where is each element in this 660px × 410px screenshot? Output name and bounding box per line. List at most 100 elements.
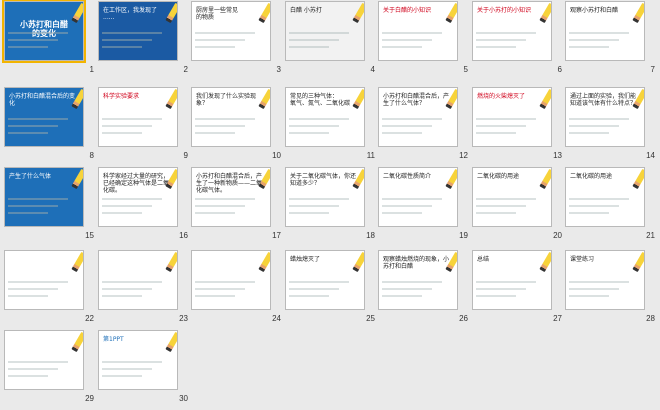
slide-thumbnail-25[interactable]: 蜡烛熄灭了 xyxy=(285,250,365,310)
slide-thumbnail-23[interactable] xyxy=(98,250,178,310)
slide-title: 产生了什么气体 xyxy=(9,173,52,180)
slide-number: 29 xyxy=(85,394,94,403)
slide-thumbnail-11[interactable]: 常见的三种气体： 氧气、氮气、二氧化碳 xyxy=(285,87,365,147)
content-line xyxy=(476,32,536,34)
slide-thumbnail-9[interactable]: 科学实验要求 xyxy=(98,87,178,147)
slide-thumbnail-21[interactable]: 二氧化碳的用途 xyxy=(565,167,645,227)
content-line xyxy=(8,118,68,120)
slide-thumbnail-19[interactable]: 二氧化碳性质简介 xyxy=(378,167,458,227)
slide-number: 22 xyxy=(85,314,94,323)
content-line xyxy=(382,32,442,34)
slide-thumbnail-12[interactable]: 小苏打和白醋混合后，产生了什么气体？ xyxy=(378,87,458,147)
slide-thumbnail-5[interactable]: 关于白醋的小知识 xyxy=(378,1,458,61)
content-line xyxy=(569,295,609,297)
content-line xyxy=(289,132,329,134)
slide-thumbnail-3[interactable]: 厨房里一些常见 的物质 xyxy=(191,1,271,61)
content-line xyxy=(289,125,339,127)
content-line xyxy=(476,295,516,297)
content-line xyxy=(382,198,442,200)
content-line xyxy=(195,281,255,283)
slide-thumbnail-6[interactable]: 关于小苏打的小知识 xyxy=(472,1,552,61)
slide-title: 白醋 小苏打 xyxy=(290,7,322,14)
slide-thumbnail-17[interactable]: 小苏打和白醋混合后，产生了一种新物质——二氧化碳气体。 xyxy=(191,167,271,227)
content-line xyxy=(8,281,68,283)
slide-thumbnail-27[interactable]: 总结 xyxy=(472,250,552,310)
content-line xyxy=(569,46,609,48)
slide-title: 总结 xyxy=(477,256,490,263)
slide-thumbnail-8[interactable]: 小苏打和白醋混合后的变化 xyxy=(4,87,84,147)
slide-number: 5 xyxy=(463,65,468,74)
slide-thumbnail-16[interactable]: 科学家经过大量的研究，已经确定这种气体是二氧化碳。 xyxy=(98,167,178,227)
slide-number: 1 xyxy=(89,65,94,74)
content-line xyxy=(102,212,142,214)
slide-title: 燃烧的火柴熄灭了 xyxy=(477,93,526,100)
content-line xyxy=(476,205,526,207)
slide-thumbnail-2[interactable]: 在工作区，我发现了 ...... xyxy=(98,1,178,61)
content-line xyxy=(569,125,619,127)
slide-thumbnail-13[interactable]: 燃烧的火柴熄灭了 xyxy=(472,87,552,147)
slide-thumbnail-10[interactable]: 我们发现了什么实验现象？ xyxy=(191,87,271,147)
slide-number: 25 xyxy=(366,314,375,323)
content-line xyxy=(102,32,162,34)
content-line xyxy=(476,132,516,134)
content-line xyxy=(382,212,422,214)
slide-title: 二氧化碳的用途 xyxy=(570,173,613,180)
content-line xyxy=(102,288,152,290)
slide-thumbnail-26[interactable]: 观察蜡烛燃烧的现象，小苏打和白醋 xyxy=(378,250,458,310)
slide-thumbnail-1[interactable]: 小苏打和白醋 的变化 xyxy=(2,0,86,63)
content-line xyxy=(382,132,422,134)
slide-thumbnail-4[interactable]: 白醋 小苏打 xyxy=(285,1,365,61)
slide-title: 常见的三种气体： 氧气、氮气、二氧化碳 xyxy=(290,93,351,107)
content-line xyxy=(8,295,48,297)
content-line xyxy=(382,205,432,207)
slide-thumbnail-28[interactable]: 课堂练习 xyxy=(565,250,645,310)
content-line xyxy=(476,39,526,41)
slide-number: 26 xyxy=(459,314,468,323)
content-line xyxy=(102,205,152,207)
content-line xyxy=(8,361,68,363)
slide-number: 28 xyxy=(646,314,655,323)
slide-title: 通过上面的实验，我们能知道该气体有什么特点？ xyxy=(570,93,637,107)
slide-title: 我们发现了什么实验现象？ xyxy=(196,93,257,107)
content-line xyxy=(195,132,235,134)
content-line xyxy=(569,118,629,120)
slide-number: 14 xyxy=(646,151,655,160)
content-line xyxy=(476,288,526,290)
content-line xyxy=(382,125,432,127)
content-line xyxy=(102,368,152,370)
slide-thumbnail-14[interactable]: 通过上面的实验，我们能知道该气体有什么特点？ xyxy=(565,87,645,147)
slide-title: 课堂练习 xyxy=(570,256,595,263)
content-line xyxy=(289,39,339,41)
content-line xyxy=(195,125,245,127)
content-line xyxy=(195,205,245,207)
content-line xyxy=(8,39,58,41)
content-line xyxy=(569,32,629,34)
slide-thumbnail-22[interactable] xyxy=(4,250,84,310)
slide-thumbnail-29[interactable] xyxy=(4,330,84,390)
slide-number: 19 xyxy=(459,231,468,240)
slide-title: 小苏打和白醋混合后的变化 xyxy=(9,93,76,107)
content-line xyxy=(195,288,245,290)
content-line xyxy=(195,32,255,34)
slide-thumbnail-20[interactable]: 二氧化碳的用途 xyxy=(472,167,552,227)
content-line xyxy=(569,205,619,207)
slide-title: 关于二氧化碳气体，你还知道多少？ xyxy=(290,173,357,187)
slide-sorter-grid: 小苏打和白醋 的变化 1 在工作区，我发现了 ...... 2 厨房里一些常见 的物质 3… xyxy=(2,0,658,410)
slide-number: 15 xyxy=(85,231,94,240)
slide-title: 二氧化碳性质简介 xyxy=(383,173,432,180)
slide-number: 17 xyxy=(272,231,281,240)
slide-number: 13 xyxy=(553,151,562,160)
content-line xyxy=(8,125,58,127)
content-line xyxy=(382,46,422,48)
slide-thumbnail-30[interactable]: 第1PPT xyxy=(98,330,178,390)
content-line xyxy=(8,375,48,377)
slide-thumbnail-7[interactable]: 观察小苏打和白醋 xyxy=(565,1,645,61)
slide-thumbnail-18[interactable]: 关于二氧化碳气体，你还知道多少？ xyxy=(285,167,365,227)
slide-number: 11 xyxy=(366,151,375,160)
content-line xyxy=(382,281,442,283)
slide-thumbnail-15[interactable]: 产生了什么气体 xyxy=(4,167,84,227)
slide-thumbnail-24[interactable] xyxy=(191,250,271,310)
pencil-icon xyxy=(71,331,83,353)
slide-number: 12 xyxy=(459,151,468,160)
content-line xyxy=(569,132,609,134)
